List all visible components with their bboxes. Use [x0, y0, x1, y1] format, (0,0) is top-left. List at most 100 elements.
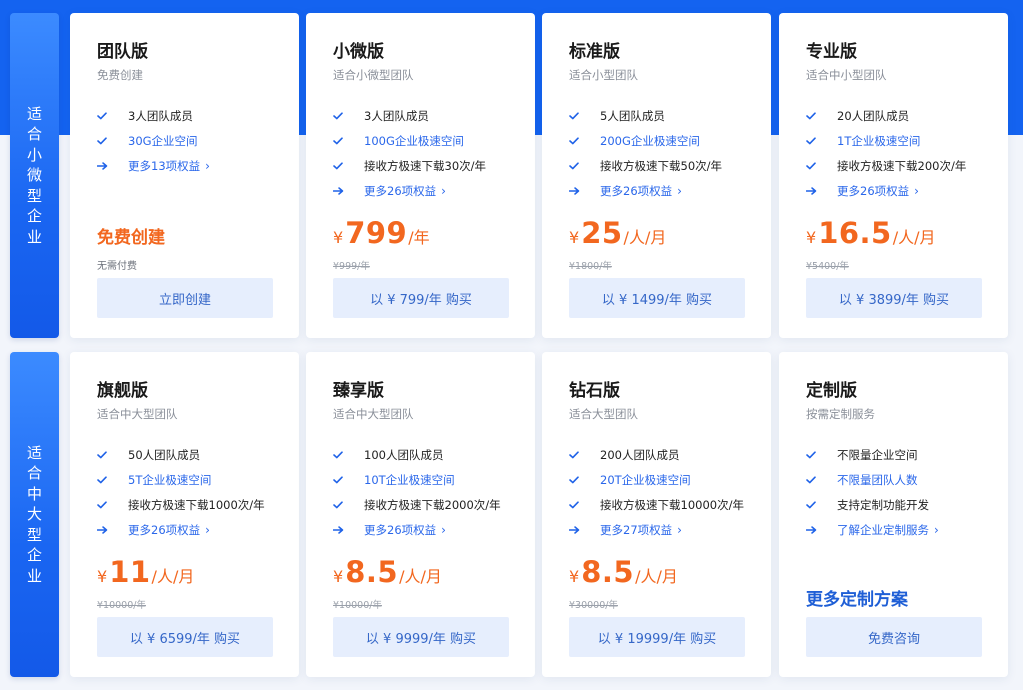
feature-text: 10T企业极速空间: [364, 472, 455, 487]
check-icon: [806, 161, 837, 170]
more-benefits-link[interactable]: 更多26项权益 ›: [333, 517, 523, 542]
plan-title: 标准版: [569, 42, 620, 62]
feature-item: 接收方极速下载2000次/年: [333, 492, 523, 517]
plan-subtitle: 适合中大型团队: [97, 407, 178, 421]
more-benefits-link[interactable]: 更多27项权益 ›: [569, 517, 759, 542]
arrow-right-icon: [806, 186, 837, 195]
feature-text: 更多26项权益: [128, 522, 201, 537]
feature-item: 10T企业极速空间: [333, 467, 523, 492]
row-category-text: 适合小微型企业: [27, 104, 43, 248]
plan-subtitle: 适合小型团队: [569, 68, 638, 82]
label-char: 合: [26, 125, 42, 144]
feature-text: 更多26项权益: [600, 183, 673, 198]
buy-button[interactable]: 以 ¥ 1499/年 购买: [569, 278, 745, 318]
price: ¥11/人/月: [97, 555, 194, 589]
feature-text: 更多27项权益: [600, 522, 673, 537]
row-category-text: 适合中大型企业: [27, 443, 43, 587]
feature-list: 50人团队成员 5T企业极速空间 接收方极速下载1000次/年 更多26项权益 ›: [97, 442, 287, 542]
more-benefits-link[interactable]: 更多13项权益 ›: [97, 153, 287, 178]
price: ¥8.5/人/月: [333, 555, 442, 589]
feature-text: 更多26项权益: [364, 183, 437, 198]
feature-text: 了解企业定制服务: [837, 522, 929, 537]
plan-subtitle: 免费创建: [97, 68, 143, 82]
label-char: 微: [26, 166, 42, 185]
original-price: ¥1800/年: [569, 261, 612, 272]
price-unit: /年: [408, 228, 430, 247]
arrow-right-icon: [569, 186, 600, 195]
buy-button[interactable]: 以 ¥ 3899/年 购买: [806, 278, 982, 318]
check-icon: [806, 475, 837, 484]
price: ¥799/年: [333, 216, 430, 250]
feature-text: 更多13项权益: [128, 158, 201, 173]
original-price: ¥30000/年: [569, 600, 618, 611]
buy-button[interactable]: 立即创建: [97, 278, 273, 318]
price-amount: 799: [345, 216, 408, 250]
plan-title: 臻享版: [333, 381, 384, 401]
more-benefits-link[interactable]: 更多26项权益 ›: [806, 178, 996, 203]
plan-title: 团队版: [97, 42, 148, 62]
label-char: 企: [26, 207, 42, 226]
plan-card: 团队版 免费创建 3人团队成员 30G企业空间 更多13项权益 › 免费创建 无需付费 立即创建: [70, 13, 299, 338]
feature-text: 支持定制功能开发: [837, 497, 929, 512]
feature-list: 100人团队成员 10T企业极速空间 接收方极速下载2000次/年 更多26项权益 ›: [333, 442, 523, 542]
feature-item: 1T企业极速空间: [806, 128, 996, 153]
plan-card: 旗舰版 适合中大型团队 50人团队成员 5T企业极速空间 接收方极速下载1000次/年更…: [70, 352, 299, 677]
feature-item: 接收方极速下载50次/年: [569, 153, 759, 178]
price-amount: 25: [581, 216, 623, 250]
feature-list: 200人团队成员 20T企业极速空间 接收方极速下载10000次/年 更多27项权益 ›: [569, 442, 759, 542]
buy-button[interactable]: 以 ¥ 6599/年 购买: [97, 617, 273, 657]
check-icon: [97, 450, 128, 459]
feature-text: 接收方极速下载30次/年: [364, 158, 487, 173]
check-icon: [97, 111, 128, 120]
price-currency: ¥: [569, 567, 580, 586]
feature-text: 5人团队成员: [600, 108, 665, 123]
feature-text: 更多26项权益: [364, 522, 437, 537]
feature-list: 不限量企业空间 不限量团队人数 支持定制功能开发 了解企业定制服务 ›: [806, 442, 996, 542]
price: ¥16.5/人/月: [806, 216, 936, 250]
buy-button[interactable]: 免费咨询: [806, 617, 982, 657]
feature-text: 5T企业极速空间: [128, 472, 212, 487]
original-price: ¥5400/年: [806, 261, 849, 272]
feature-item: 接收方极速下载30次/年: [333, 153, 523, 178]
plan-title: 定制版: [806, 381, 857, 401]
arrow-right-icon: [97, 525, 128, 534]
check-icon: [569, 111, 600, 120]
original-price: ¥10000/年: [333, 600, 382, 611]
more-benefits-link[interactable]: 更多26项权益 ›: [333, 178, 523, 203]
price-unit: /人/月: [623, 228, 667, 247]
custom-plan-title: 更多定制方案: [806, 590, 908, 610]
more-benefits-link[interactable]: 更多26项权益 ›: [97, 517, 287, 542]
buy-button[interactable]: 以 ¥ 19999/年 购买: [569, 617, 745, 657]
feature-text: 接收方极速下载50次/年: [600, 158, 723, 173]
buy-button[interactable]: 以 ¥ 799/年 购买: [333, 278, 509, 318]
check-icon: [333, 111, 364, 120]
check-icon: [97, 136, 128, 145]
chevron-right-icon: ›: [441, 183, 446, 198]
price-unit: /人/月: [399, 567, 442, 586]
plan-subtitle: 按需定制服务: [806, 407, 875, 421]
more-benefits-link[interactable]: 更多26项权益 ›: [569, 178, 759, 203]
feature-item: 支持定制功能开发: [806, 492, 996, 517]
feature-list: 3人团队成员 100G企业极速空间 接收方极速下载30次/年 更多26项权益 ›: [333, 103, 523, 203]
check-icon: [569, 161, 600, 170]
plan-card: 小微版 适合小微型团队 3人团队成员 100G企业极速空间 接收方极速下载30次/年 更多…: [306, 13, 535, 338]
plan-subtitle: 适合中小型团队: [806, 68, 887, 82]
label-char: 企: [26, 546, 42, 565]
feature-item: 50人团队成员: [97, 442, 287, 467]
label-char: 小: [26, 145, 42, 164]
label-char: 中: [26, 484, 42, 503]
more-benefits-link[interactable]: 了解企业定制服务 ›: [806, 517, 996, 542]
buy-button[interactable]: 以 ¥ 9999/年 购买: [333, 617, 509, 657]
check-icon: [806, 500, 837, 509]
arrow-right-icon: [569, 525, 600, 534]
check-icon: [333, 136, 364, 145]
feature-item: 不限量企业空间: [806, 442, 996, 467]
label-char: 大: [26, 505, 42, 524]
chevron-right-icon: ›: [677, 522, 682, 537]
plan-title: 小微版: [333, 42, 384, 62]
plan-card: 专业版 适合中小型团队 20人团队成员 1T企业极速空间 接收方极速下载200次/年 更多…: [779, 13, 1008, 338]
chevron-right-icon: ›: [205, 158, 210, 173]
feature-list: 20人团队成员 1T企业极速空间 接收方极速下载200次/年 更多26项权益 ›: [806, 103, 996, 203]
price-amount: 8.5: [581, 555, 635, 589]
feature-text: 接收方极速下载10000次/年: [600, 497, 744, 512]
